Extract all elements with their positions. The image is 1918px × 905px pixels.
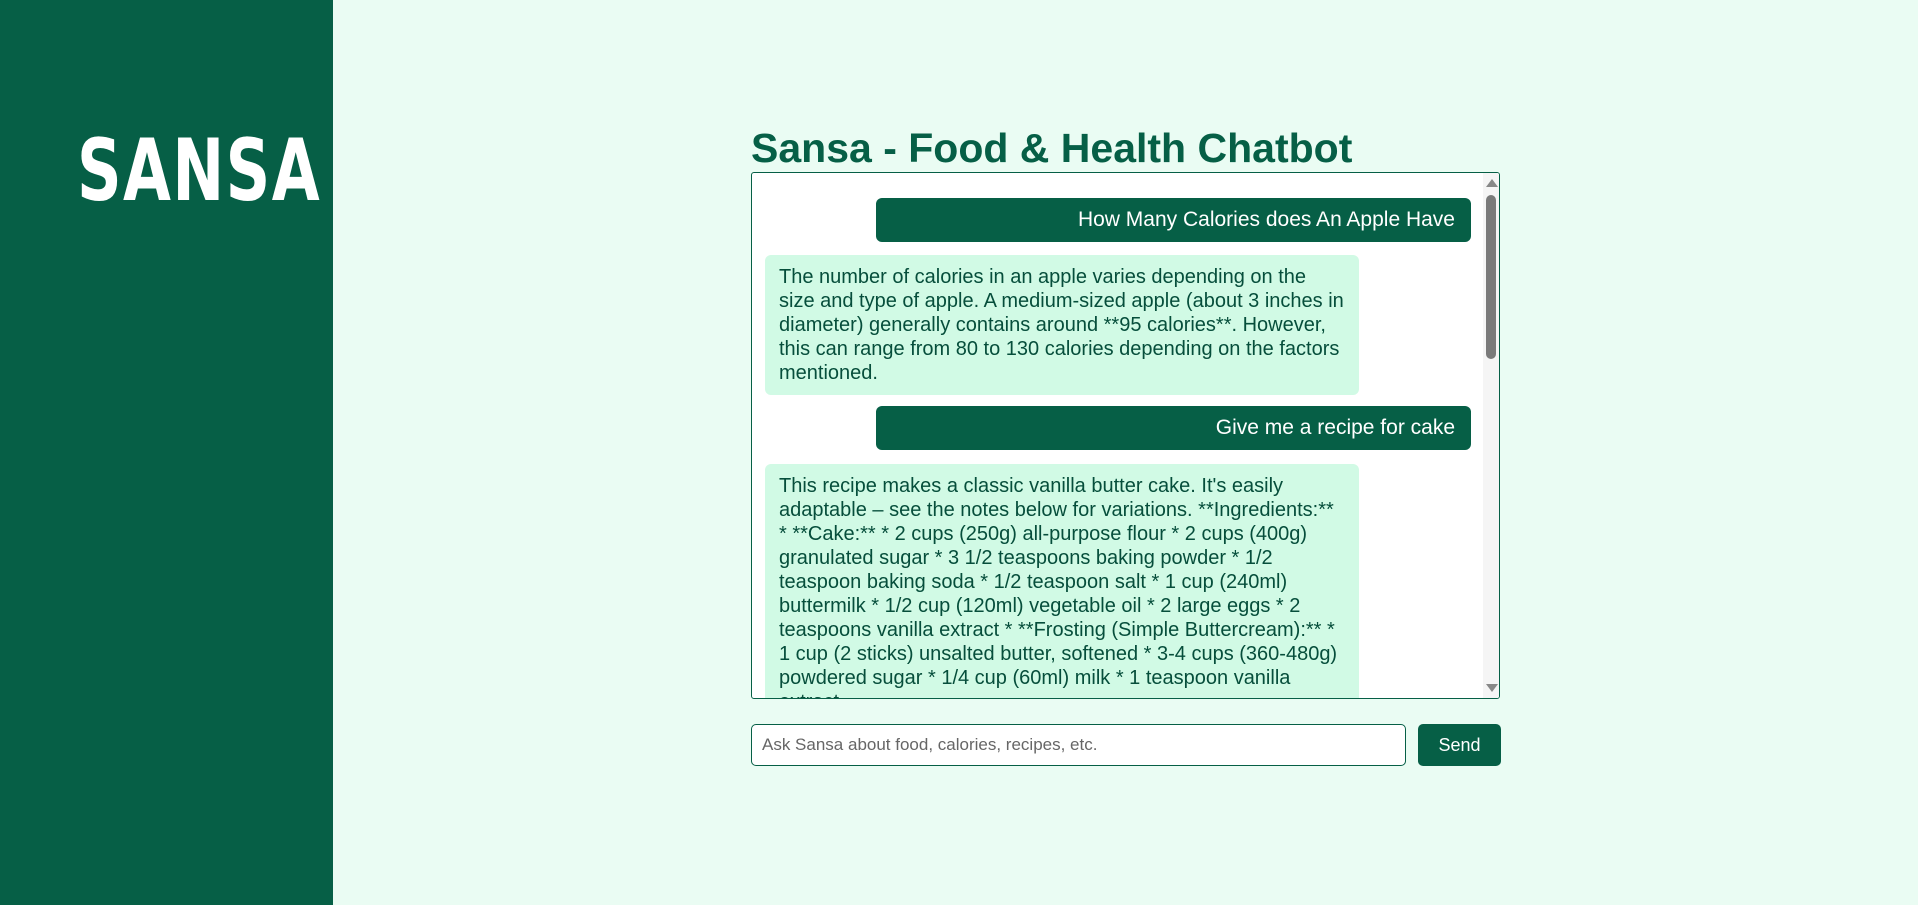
sidebar: SANSA — [0, 0, 333, 905]
chat-scrollbar[interactable] — [1483, 173, 1499, 698]
main-content: Sansa - Food & Health Chatbot How Many C… — [751, 120, 1501, 766]
chat-box[interactable]: How Many Calories does An Apple Have The… — [751, 172, 1500, 699]
user-message: Give me a recipe for cake — [876, 406, 1471, 450]
sansa-logo: SANSA — [77, 121, 322, 221]
message-list: How Many Calories does An Apple Have The… — [752, 173, 1482, 698]
chat-input[interactable] — [751, 724, 1406, 766]
bot-message: This recipe makes a classic vanilla butt… — [765, 464, 1359, 698]
scroll-down-arrow-icon[interactable] — [1486, 684, 1498, 692]
user-message: How Many Calories does An Apple Have — [876, 198, 1471, 242]
send-button[interactable]: Send — [1418, 724, 1501, 766]
scroll-up-arrow-icon[interactable] — [1486, 179, 1498, 187]
page-title: Sansa - Food & Health Chatbot — [751, 125, 1353, 171]
composer: Send — [751, 724, 1501, 766]
scroll-thumb[interactable] — [1486, 195, 1496, 359]
bot-message: The number of calories in an apple varie… — [765, 255, 1359, 395]
